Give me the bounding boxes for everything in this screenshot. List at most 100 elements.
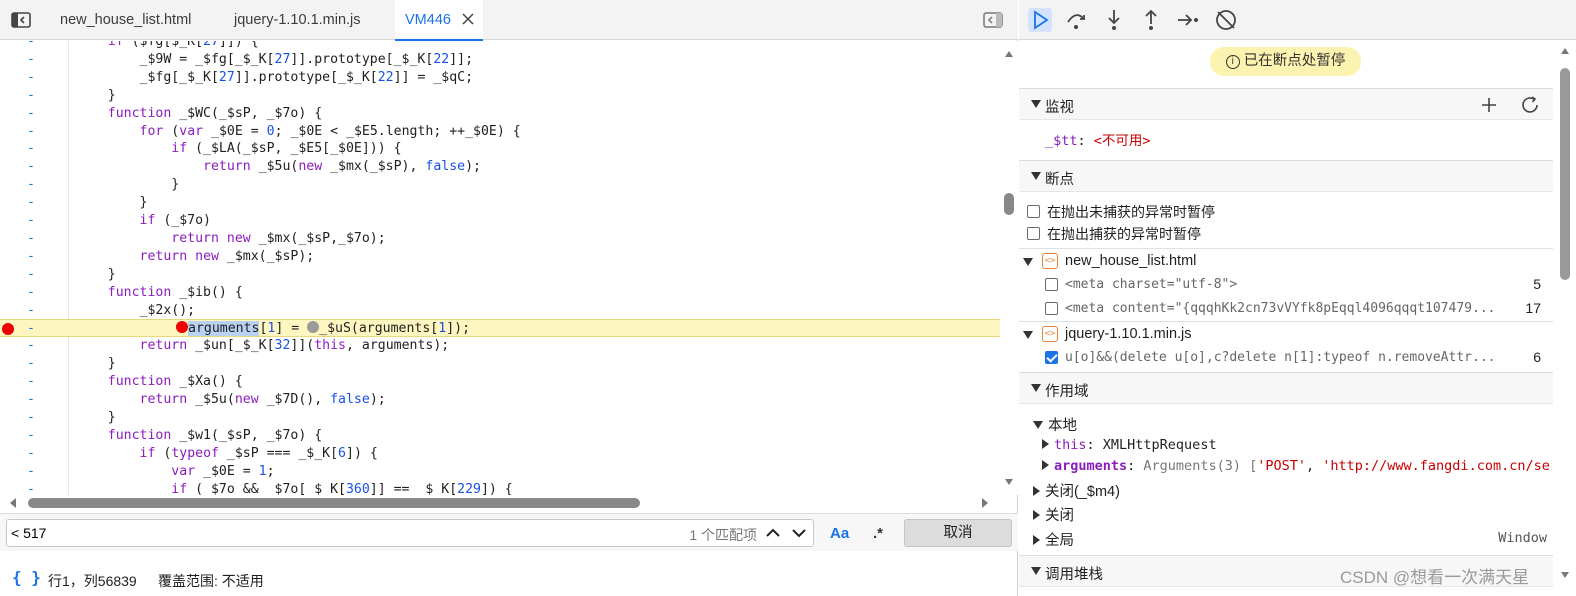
section-title: 作用域 <box>1045 384 1089 400</box>
breakpoint-item[interactable]: <meta content="{qqqhKk2cn73vVYfk8pEqql40… <box>1019 297 1553 321</box>
scope-global[interactable]: 全局 Window <box>1033 529 1547 551</box>
scope-this[interactable]: this: XMLHttpRequest <box>1042 437 1576 459</box>
regex-button[interactable]: .* <box>873 525 883 542</box>
previous-match-icon[interactable] <box>763 523 783 543</box>
inline-breakpoint-icon[interactable] <box>307 321 320 334</box>
line-gutter[interactable]: - <box>0 391 62 409</box>
line-gutter[interactable]: - <box>0 481 62 496</box>
line-gutter[interactable]: - <box>0 105 62 123</box>
code-line[interactable]: - if (_$LA(_$sP, _$E5[_$0E])) { <box>0 140 1000 158</box>
pretty-print-icon[interactable]: { } <box>12 568 41 587</box>
code-line[interactable]: - return new _$mx(_$sP); <box>0 248 1000 266</box>
code-line[interactable]: - arguments[1] = _$uS(arguments[1]); <box>0 319 1000 338</box>
code-line[interactable]: - if (_$7o && _$7o[_$_K[360]] == _$_K[22… <box>0 481 1000 496</box>
code-line[interactable]: - _$fg[_$_K[27]].prototype[_$_K[22]] = _… <box>0 69 1000 87</box>
code-line[interactable]: - function _$ib() { <box>0 284 1000 302</box>
line-gutter[interactable]: - <box>0 194 62 212</box>
code-line[interactable]: - } <box>0 266 1000 284</box>
code-line[interactable]: - if ($fg[$_K[27]]) { <box>0 41 1000 51</box>
watch-expression[interactable]: _$tt: <不可用> <box>1045 129 1151 149</box>
code-line[interactable]: - return _$5u(new _$7D(), false); <box>0 391 1000 409</box>
line-gutter[interactable]: - <box>0 427 62 445</box>
breakpoint-checkbox[interactable] <box>1045 351 1058 364</box>
code-line[interactable]: - if (_$7o) <box>0 212 1000 230</box>
line-gutter[interactable]: - <box>0 248 62 266</box>
tab-vm446[interactable]: VM446 <box>395 0 483 41</box>
breakpoints-section-header[interactable]: 断点 <box>1019 160 1553 192</box>
step-icon[interactable] <box>1175 7 1201 33</box>
breakpoint-checkbox[interactable] <box>1045 278 1058 291</box>
editor-vertical-scrollbar[interactable] <box>1000 41 1018 495</box>
line-gutter[interactable]: - <box>0 176 62 194</box>
pause-uncaught-checkbox[interactable] <box>1027 205 1040 218</box>
code-line[interactable]: - if (typeof _$sP === _$_K[6]) { <box>0 445 1000 463</box>
code-line[interactable]: - for (var _$0E = 0; _$0E < _$E5.length;… <box>0 123 1000 141</box>
line-gutter[interactable]: - <box>0 140 62 158</box>
breakpoint-file[interactable]: <> new_house_list.html <box>1019 250 1553 274</box>
resume-icon[interactable] <box>1027 7 1053 33</box>
scope-closure[interactable]: 关闭(_$m4) <box>1033 480 1567 502</box>
line-gutter[interactable]: - <box>0 87 62 105</box>
code-line[interactable]: - _$2x(); <box>0 302 1000 320</box>
scope-section-header[interactable]: 作用域 <box>1019 372 1553 404</box>
line-gutter[interactable]: - <box>0 158 62 176</box>
line-gutter[interactable]: - <box>0 463 62 481</box>
deactivate-breakpoints-icon[interactable] <box>1213 7 1239 33</box>
refresh-icon[interactable] <box>1519 94 1541 116</box>
breakpoint-file[interactable]: <> jquery-1.10.1.min.js <box>1019 323 1553 347</box>
code-line[interactable]: - _$9W = _$fg[_$_K[27]].prototype[_$_K[2… <box>0 51 1000 69</box>
scope-closure[interactable]: 关闭 <box>1033 504 1567 526</box>
breakpoint-checkbox[interactable] <box>1045 302 1058 315</box>
tab-new-house-list[interactable]: new_house_list.html <box>60 0 191 40</box>
breakpoint-item[interactable]: u[o]&&(delete u[o],c?delete n[1]:typeof … <box>1019 346 1553 370</box>
scope-local[interactable]: 本地 <box>1033 414 1567 436</box>
code-line[interactable]: - return new _$mx(_$sP,_$7o); <box>0 230 1000 248</box>
pause-caught-checkbox[interactable] <box>1027 227 1040 240</box>
close-tab-icon[interactable] <box>461 12 475 26</box>
code-line[interactable]: - return _$un[_$_K[32]](this, arguments)… <box>0 337 1000 355</box>
step-over-icon[interactable] <box>1063 7 1089 33</box>
line-gutter[interactable]: - <box>0 41 62 51</box>
line-gutter[interactable]: - <box>0 69 62 87</box>
inline-breakpoint-icon[interactable] <box>176 321 188 334</box>
line-gutter[interactable]: - <box>0 373 62 391</box>
tab-jquery[interactable]: jquery-1.10.1.min.js <box>234 0 361 40</box>
watch-section-header[interactable]: 监视 <box>1019 88 1553 120</box>
step-out-icon[interactable] <box>1138 7 1164 33</box>
code-editor[interactable]: - if ($fg[$_K[27]]) {- _$9W = _$fg[_$_K[… <box>0 41 1018 495</box>
line-gutter[interactable]: - <box>0 51 62 69</box>
sidebar-scrollbar[interactable] <box>1554 40 1576 596</box>
line-gutter[interactable]: - <box>0 409 62 427</box>
code-line[interactable]: - var _$0E = 1; <box>0 463 1000 481</box>
code-line[interactable]: - } <box>0 176 1000 194</box>
code-line[interactable]: - function _$w1(_$sP, _$7o) { <box>0 427 1000 445</box>
toggle-debugger-icon[interactable] <box>982 9 1004 31</box>
code-line[interactable]: - } <box>0 409 1000 427</box>
toggle-navigator-icon[interactable] <box>10 9 32 31</box>
code-line[interactable]: - return _$5u(new _$mx(_$sP), false); <box>0 158 1000 176</box>
add-watch-icon[interactable] <box>1479 95 1499 115</box>
code-line[interactable]: - } <box>0 355 1000 373</box>
line-gutter[interactable]: - <box>0 266 62 284</box>
line-gutter[interactable]: - <box>0 212 62 230</box>
next-match-icon[interactable] <box>789 523 809 543</box>
breakpoint-item[interactable]: <meta charset="utf-8"> 5 <box>1019 273 1553 297</box>
line-gutter[interactable]: - <box>0 445 62 463</box>
cancel-search-button[interactable]: 取消 <box>904 519 1012 547</box>
scope-arguments[interactable]: arguments: Arguments(3) ['POST', 'http:/… <box>1042 458 1552 480</box>
line-gutter[interactable]: - <box>0 230 62 248</box>
editor-horizontal-scrollbar[interactable] <box>0 495 1000 511</box>
line-gutter[interactable]: - <box>0 284 62 302</box>
match-case-button[interactable]: Aa <box>830 525 849 542</box>
line-gutter[interactable]: - <box>0 355 62 373</box>
line-gutter[interactable]: - <box>0 123 62 141</box>
code-line[interactable]: - } <box>0 194 1000 212</box>
search-input[interactable] <box>11 523 611 543</box>
step-into-icon[interactable] <box>1101 7 1127 33</box>
line-gutter[interactable]: - <box>0 302 62 320</box>
section-title: 断点 <box>1045 172 1074 188</box>
code-line[interactable]: - } <box>0 87 1000 105</box>
line-gutter[interactable]: - <box>0 337 62 355</box>
code-line[interactable]: - function _$WC(_$sP, _$7o) { <box>0 105 1000 123</box>
code-line[interactable]: - function _$Xa() { <box>0 373 1000 391</box>
